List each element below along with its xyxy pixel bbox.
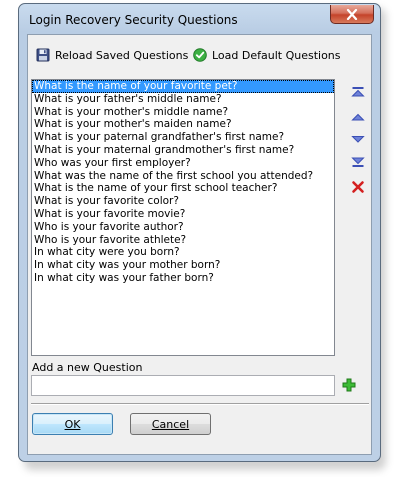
load-default-questions-label: Load Default Questions xyxy=(212,48,341,62)
move-to-top-button[interactable] xyxy=(351,85,365,99)
window-title: Login Recovery Security Questions xyxy=(29,13,238,27)
delete-icon xyxy=(352,181,364,193)
move-up-icon xyxy=(351,113,365,121)
plus-icon xyxy=(342,378,356,392)
move-down-icon xyxy=(351,136,365,143)
list-item-question[interactable]: In what city was your father born? xyxy=(32,272,334,285)
dialog-window: Login Recovery Security Questions Reload… xyxy=(18,3,381,462)
move-to-top-icon xyxy=(351,87,365,97)
questions-listbox[interactable]: What is the name of your favorite pet? W… xyxy=(31,79,335,356)
list-item-question[interactable]: In what city were you born? xyxy=(32,246,334,259)
list-item-question[interactable]: What was the name of the first school yo… xyxy=(32,170,334,183)
move-up-button[interactable] xyxy=(351,110,365,124)
add-question-label: Add a new Question xyxy=(32,361,143,374)
new-question-input[interactable] xyxy=(31,375,335,396)
list-item-question[interactable]: What is your father's middle name? xyxy=(32,93,334,106)
close-button[interactable] xyxy=(330,5,374,24)
list-item-question[interactable]: What is your mother's middle name? xyxy=(32,106,334,119)
list-item-question[interactable]: What is your maternal grandmother's firs… xyxy=(32,144,334,157)
list-item-question[interactable]: What is your paternal grandfather's firs… xyxy=(32,131,334,144)
separator xyxy=(31,403,369,405)
cancel-button-label: Cancel xyxy=(151,417,190,431)
list-item-question[interactable]: Who is your favorite athlete? xyxy=(32,234,334,247)
move-to-bottom-icon xyxy=(351,157,365,167)
list-item-question[interactable]: What is the name of your first school te… xyxy=(32,182,334,195)
reload-saved-questions-label: Reload Saved Questions xyxy=(55,48,189,62)
ok-button-label: OK xyxy=(64,417,81,431)
green-check-icon xyxy=(193,48,207,62)
list-item-question[interactable]: What is your favorite color? xyxy=(32,195,334,208)
cancel-button[interactable]: Cancel xyxy=(130,413,211,435)
floppy-disk-icon xyxy=(36,48,50,62)
close-icon xyxy=(346,8,358,20)
load-default-questions-button[interactable]: Load Default Questions xyxy=(193,45,341,65)
list-item-question[interactable]: What is your favorite movie? xyxy=(32,208,334,221)
dialog-client-area: Reload Saved Questions Load Default Ques… xyxy=(27,34,372,455)
list-item-question[interactable]: In what city was your mother born? xyxy=(32,259,334,272)
move-down-button[interactable] xyxy=(351,132,365,146)
add-question-button[interactable] xyxy=(342,378,356,392)
ok-button[interactable]: OK xyxy=(32,413,113,435)
move-to-bottom-button[interactable] xyxy=(351,155,365,169)
reload-saved-questions-button[interactable]: Reload Saved Questions xyxy=(36,45,188,65)
list-item-question[interactable]: Who was your first employer? xyxy=(32,157,334,170)
list-item-question[interactable]: Who is your favorite author? xyxy=(32,221,334,234)
list-item-question[interactable]: What is your mother's maiden name? xyxy=(32,118,334,131)
delete-question-button[interactable] xyxy=(351,180,365,194)
list-item-question[interactable]: What is the name of your favorite pet? xyxy=(32,80,334,93)
title-bar[interactable]: Login Recovery Security Questions xyxy=(19,4,380,35)
